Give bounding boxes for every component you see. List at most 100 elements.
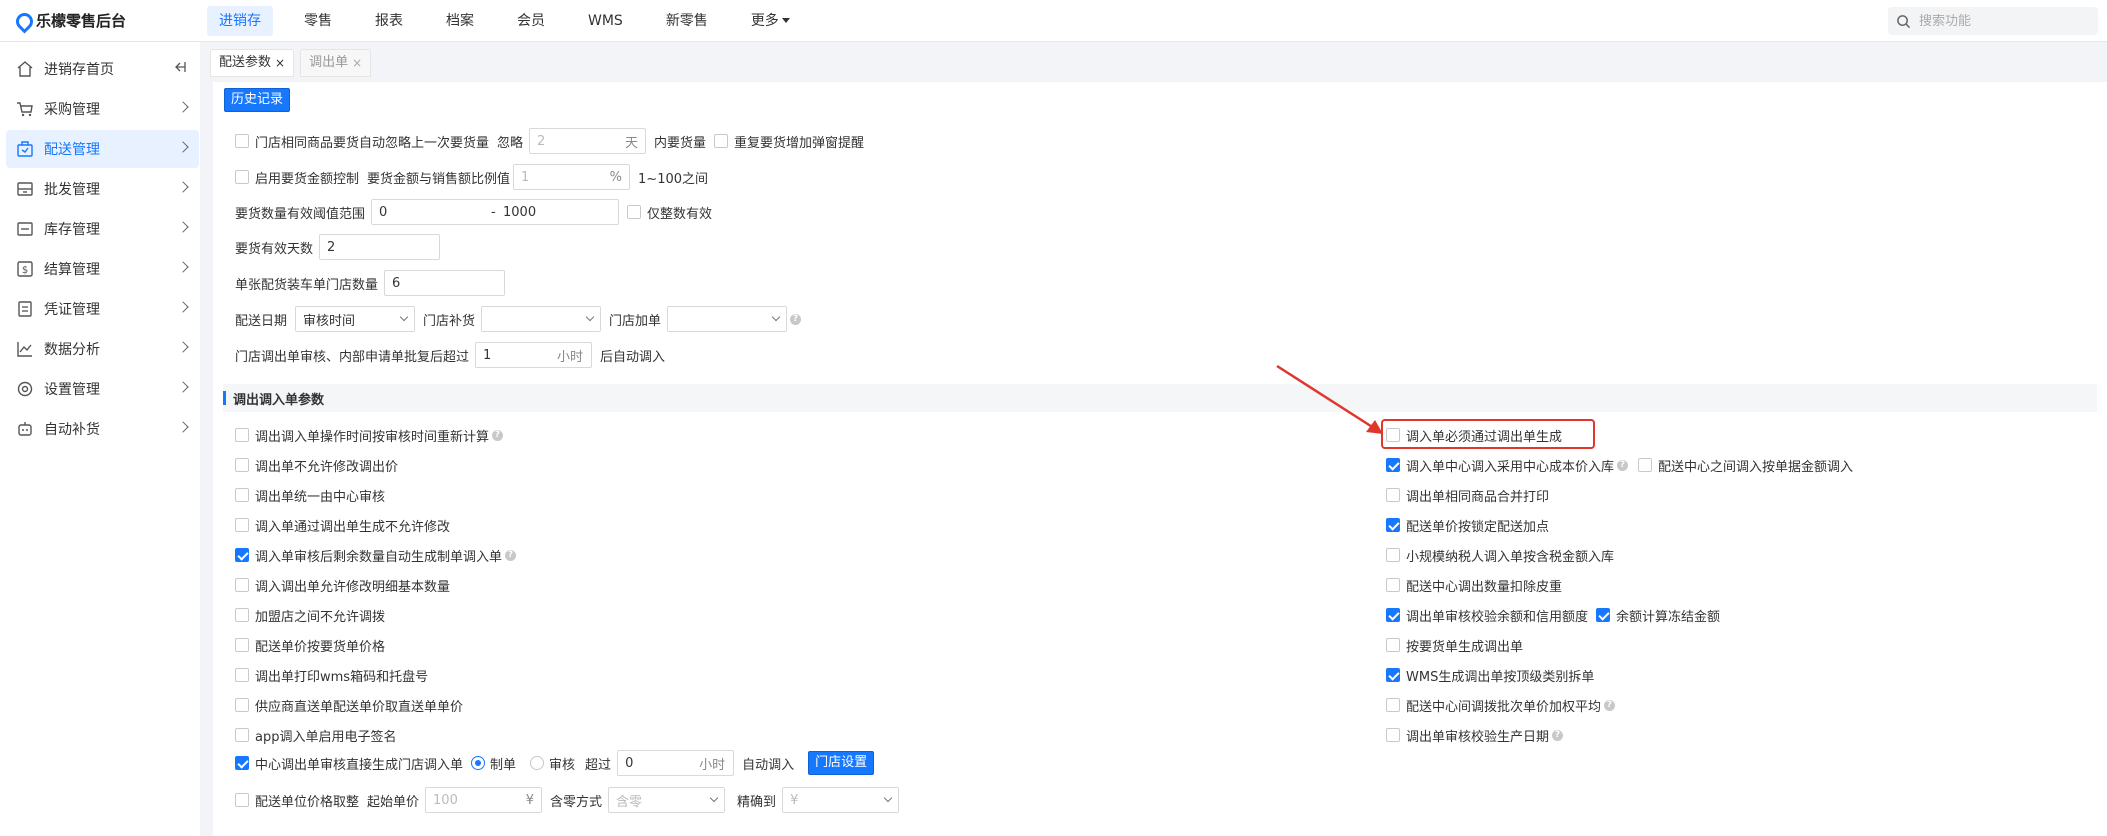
valid-days-input[interactable]: 2 <box>319 234 441 260</box>
chevron-right-icon <box>177 261 189 273</box>
nav-item-wms[interactable]: WMS <box>576 6 635 36</box>
radio-draft[interactable] <box>471 756 486 770</box>
sidebar-item-voucher[interactable]: 凭证管理 <box>6 290 199 328</box>
help-icon[interactable]: ? <box>505 549 517 561</box>
checkbox[interactable] <box>1386 518 1400 532</box>
checkbox[interactable] <box>1386 458 1400 472</box>
help-icon[interactable]: ? <box>1604 699 1616 711</box>
checkbox[interactable] <box>1386 698 1400 712</box>
valid-days-value[interactable]: 2 <box>327 240 335 255</box>
close-icon[interactable]: × <box>352 49 362 77</box>
sidebar-item-delivery[interactable]: 配送管理 <box>6 130 199 168</box>
threshold-max[interactable]: 1000 <box>503 205 536 220</box>
nav-item-archive[interactable]: 档案 <box>434 6 486 36</box>
close-icon[interactable]: × <box>275 49 285 77</box>
add-order-select[interactable] <box>667 306 788 332</box>
hours-input[interactable]: 1 小时 <box>475 342 593 368</box>
store-count-value[interactable]: 6 <box>392 276 400 291</box>
checkbox[interactable] <box>235 458 249 472</box>
threshold-range-input[interactable]: 0 - 1000 <box>371 199 620 225</box>
ratio-field[interactable] <box>521 169 606 185</box>
ratio-label: 要货金额与销售额比例值 <box>367 171 511 187</box>
sidebar-item-analytics[interactable]: 数据分析 <box>6 330 199 368</box>
help-icon[interactable]: ? <box>790 313 802 325</box>
checkbox[interactable] <box>235 793 249 807</box>
hours-value[interactable]: 1 <box>483 348 553 363</box>
checkbox[interactable] <box>1386 488 1400 502</box>
hours-value[interactable]: 0 <box>625 756 695 771</box>
checkbox[interactable] <box>235 488 249 502</box>
select-placeholder: 含零 <box>616 794 643 810</box>
chevron-right-icon <box>177 101 189 113</box>
nav-item-report[interactable]: 报表 <box>363 6 415 36</box>
checkbox[interactable] <box>235 518 249 532</box>
sidebar-item-wholesale[interactable]: 批发管理 <box>6 170 199 208</box>
collapse-icon[interactable] <box>173 60 187 74</box>
checkbox[interactable] <box>235 728 249 742</box>
sidebar-item-settlement[interactable]: $ 结算管理 <box>6 250 199 288</box>
help-icon[interactable]: ? <box>1552 729 1564 741</box>
app-logo[interactable]: 乐檬零售后台 <box>14 10 126 31</box>
checkbox[interactable] <box>235 698 249 712</box>
search-input[interactable] <box>1919 13 2089 29</box>
store-count-input[interactable]: 6 <box>384 270 506 296</box>
checkbox[interactable] <box>714 134 729 148</box>
delivery-date-select[interactable]: 审核时间 <box>295 306 416 332</box>
nav-item-new-retail[interactable]: 新零售 <box>654 6 720 36</box>
sidebar-item-stock[interactable]: 库存管理 <box>6 210 199 248</box>
threshold-min[interactable]: 0 <box>379 205 491 220</box>
checkbox[interactable] <box>235 578 249 592</box>
chevron-right-icon <box>177 421 189 433</box>
replenish-select[interactable] <box>481 306 602 332</box>
sidebar-item-label: 凭证管理 <box>44 302 100 318</box>
sidebar-item-purchase[interactable]: 采购管理 <box>6 90 199 128</box>
tab-delivery-params[interactable]: 配送参数 × <box>210 49 295 77</box>
sidebar-item-inventory-home[interactable]: 进销存首页 <box>6 50 199 88</box>
ignore-days-input[interactable]: 天 <box>529 128 647 154</box>
help-icon[interactable]: ? <box>492 429 504 441</box>
checkbox[interactable] <box>1386 608 1400 622</box>
checkbox[interactable] <box>627 205 642 219</box>
nav-item-more[interactable]: 更多 <box>739 6 802 36</box>
sidebar-item-auto-replenish[interactable]: 自动补货 <box>6 410 199 448</box>
section-header: 调出调入单参数 <box>223 384 2097 412</box>
help-icon[interactable]: ? <box>1617 459 1629 471</box>
checkbox[interactable] <box>235 548 249 562</box>
row-label: 启用要货金额控制 <box>255 171 360 187</box>
checkbox[interactable] <box>235 428 249 442</box>
rounding-mode-select[interactable]: 含零 <box>608 787 726 813</box>
checkbox[interactable] <box>235 170 249 184</box>
checkbox[interactable] <box>1386 728 1400 742</box>
history-button[interactable]: 历史记录 <box>224 88 291 112</box>
option-right-8: WMS生成调出单按顶级类别拆单 <box>1386 667 1594 685</box>
checkbox[interactable] <box>235 668 249 682</box>
checkbox[interactable] <box>235 608 249 622</box>
checkbox[interactable] <box>1386 548 1400 562</box>
checkbox[interactable] <box>1386 668 1400 682</box>
checkbox[interactable] <box>235 134 249 148</box>
radio-approve[interactable] <box>530 756 545 770</box>
nav-item-inventory[interactable]: 进销存 <box>207 6 273 36</box>
precision-select[interactable]: ¥ <box>782 787 900 813</box>
store-settings-button[interactable]: 门店设置 <box>808 751 875 775</box>
start-price-field[interactable] <box>433 792 522 808</box>
hours-input[interactable]: 0 小时 <box>617 750 735 776</box>
annotation-arrow-icon <box>1276 364 1383 434</box>
option-right-1: 调入单中心调入采用中心成本价入库? 配送中心之间调入按单据金额调入 <box>1386 457 1853 475</box>
search-box[interactable] <box>1888 7 2098 35</box>
checkbox[interactable] <box>1386 638 1400 652</box>
sidebar-item-label: 库存管理 <box>44 222 100 238</box>
ratio-input[interactable]: % <box>513 164 631 190</box>
checkbox[interactable] <box>1596 608 1611 622</box>
nav-item-retail[interactable]: 零售 <box>292 6 344 36</box>
checkbox[interactable] <box>1386 578 1400 592</box>
nav-item-member[interactable]: 会员 <box>505 6 557 36</box>
sidebar-item-settings[interactable]: 设置管理 <box>6 370 199 408</box>
checkbox[interactable] <box>235 756 249 770</box>
option-left-7: 配送单价按要货单价格 <box>235 637 385 655</box>
tab-transfer-out[interactable]: 调出单 × <box>300 49 372 77</box>
checkbox[interactable] <box>1638 458 1653 472</box>
ignore-days-field[interactable] <box>537 133 622 149</box>
checkbox[interactable] <box>235 638 249 652</box>
start-price-input[interactable]: ¥ <box>425 787 543 813</box>
